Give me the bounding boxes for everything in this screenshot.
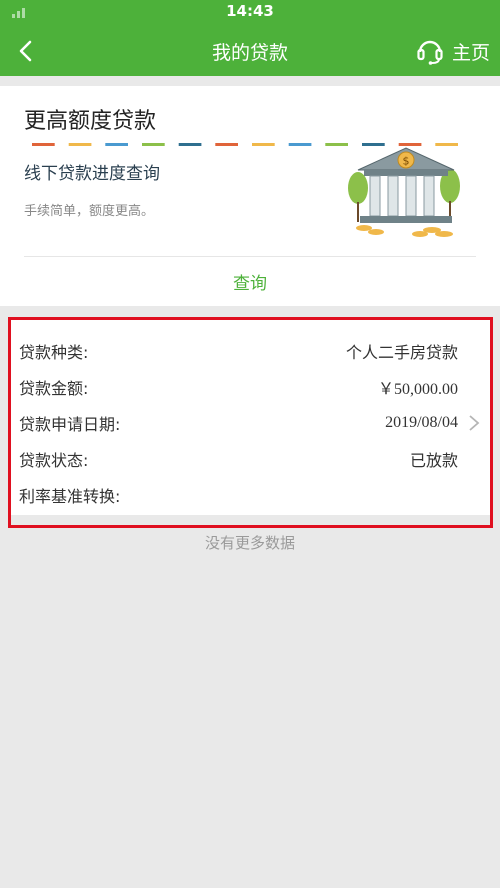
loan-type-value: 个人二手房贷款 bbox=[345, 343, 458, 362]
promo-card: 更高额度贷款 线下贷款进度查询 手续简单，额度更高。 $ 查询 bbox=[0, 86, 500, 306]
dash-segment bbox=[68, 143, 92, 146]
dash-segment bbox=[142, 143, 165, 146]
svg-text:$: $ bbox=[403, 155, 410, 168]
dash-segment bbox=[105, 143, 128, 146]
home-label: 主页 bbox=[451, 41, 490, 64]
loan-details-card: 贷款种类: 个人二手房贷款 贷款金额: ￥50,000.00 贷款申请日期: 2… bbox=[8, 317, 493, 528]
dash-segment bbox=[288, 143, 312, 146]
status-time: 14:43 bbox=[226, 2, 274, 20]
loan-amount-label: 贷款金额: bbox=[19, 379, 89, 398]
loan-row-type[interactable]: 贷款种类: 个人二手房贷款 bbox=[19, 333, 484, 369]
loan-row-date[interactable]: 贷款申请日期: 2019/08/04 bbox=[19, 405, 484, 441]
card-bottom-gap bbox=[11, 515, 490, 525]
query-button[interactable]: 查询 bbox=[0, 269, 500, 294]
app-header: 14:43 我的贷款 主页 bbox=[0, 0, 500, 76]
promo-title: 更高额度贷款 bbox=[24, 109, 157, 134]
loan-date-label: 贷款申请日期: bbox=[19, 415, 121, 434]
dash-segment bbox=[215, 143, 238, 146]
nav-bar: 我的贷款 主页 bbox=[0, 26, 500, 76]
no-more-data-text: 没有更多数据 bbox=[204, 534, 295, 552]
chevron-right-icon bbox=[469, 415, 480, 431]
dash-segment bbox=[252, 143, 275, 146]
headset-icon bbox=[417, 40, 443, 65]
loan-row-status[interactable]: 贷款状态: 已放款 bbox=[19, 441, 484, 477]
loan-date-value: 2019/08/04 bbox=[385, 414, 458, 431]
promo-divider bbox=[24, 256, 476, 257]
loan-row-amount[interactable]: 贷款金额: ￥50,000.00 bbox=[19, 369, 484, 405]
home-button[interactable]: 主页 bbox=[416, 34, 490, 68]
loan-status-label: 贷款状态: bbox=[19, 451, 89, 470]
loan-row-rate-conversion[interactable]: 利率基准转换: bbox=[19, 477, 484, 513]
dash-segment bbox=[32, 143, 55, 146]
loan-amount-value: ￥50,000.00 bbox=[377, 381, 458, 398]
promo-subtitle: 手续简单，额度更高。 bbox=[24, 204, 155, 219]
bank-building-icon: $ bbox=[348, 147, 460, 237]
progress-query-title[interactable]: 线下贷款进度查询 bbox=[24, 159, 160, 184]
loan-type-label: 贷款种类: bbox=[19, 343, 89, 362]
dash-segment bbox=[178, 143, 202, 146]
status-bar: 14:43 bbox=[0, 0, 500, 24]
loan-status-value: 已放款 bbox=[409, 451, 458, 470]
rate-conversion-label: 利率基准转换: bbox=[19, 487, 121, 506]
dash-segment bbox=[325, 143, 348, 146]
